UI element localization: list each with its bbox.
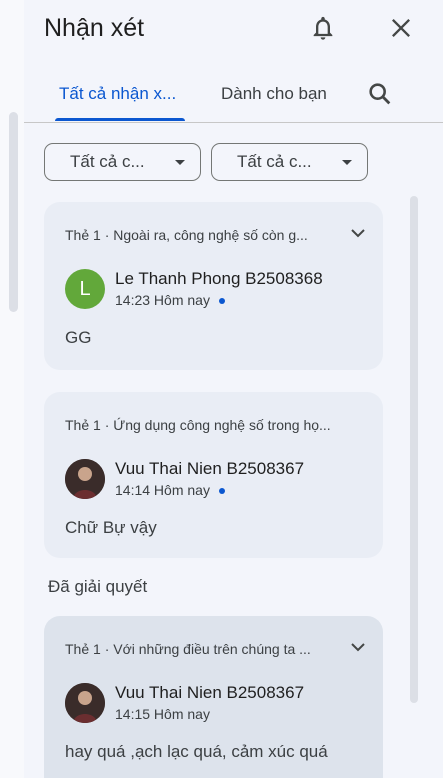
unread-indicator bbox=[218, 488, 225, 495]
comment-text: hay quá ,ạch lạc quá, cảm xúc quá bbox=[65, 742, 328, 761]
filter-dropdown-1-label: Tất cả c... bbox=[70, 152, 145, 171]
close-icon[interactable] bbox=[387, 14, 415, 42]
chevron-down-icon[interactable] bbox=[349, 224, 367, 242]
thread-context: Thẻ 1 · Với những điều trên chúng ta ... bbox=[65, 641, 311, 657]
comment-thread[interactable]: Thẻ 1 · Ngoài ra, công nghệ số còn g... … bbox=[44, 202, 383, 370]
comment-time-row: 14:15 Hôm nay bbox=[115, 705, 210, 723]
avatar bbox=[65, 683, 105, 723]
thread-context: Thẻ 1 · Ngoài ra, công nghệ số còn g... bbox=[65, 227, 308, 243]
comment-author: Le Thanh Phong B2508368 bbox=[115, 269, 323, 288]
tabs-divider bbox=[24, 122, 443, 123]
filter-dropdown-2[interactable]: Tất cả c... bbox=[211, 143, 368, 181]
comment-thread[interactable]: Thẻ 1 · Ứng dụng công nghệ số trong họ..… bbox=[44, 392, 383, 558]
filter-dropdown-1[interactable]: Tất cả c... bbox=[44, 143, 201, 181]
comment-time: 14:14 Hôm nay bbox=[115, 482, 210, 498]
unread-indicator bbox=[218, 298, 225, 305]
comments-scrollbar[interactable] bbox=[410, 196, 418, 703]
avatar bbox=[65, 459, 105, 499]
tab-bar: Tất cả nhận x... Dành cho bạn bbox=[24, 70, 443, 124]
caret-down-icon bbox=[175, 160, 185, 165]
search-icon[interactable] bbox=[366, 80, 394, 108]
bell-icon[interactable] bbox=[309, 14, 337, 42]
comments-panel: Nhận xét Tất cả nhận x... Dành cho bạn T… bbox=[24, 0, 443, 778]
resolved-heading: Đã giải quyết bbox=[48, 577, 148, 596]
comment-text: Chữ Bự vậy bbox=[65, 518, 157, 537]
tab-all-comments[interactable]: Tất cả nhận x... bbox=[59, 82, 176, 106]
thread-context: Thẻ 1 · Ứng dụng công nghệ số trong họ..… bbox=[65, 417, 331, 433]
tab-for-you[interactable]: Dành cho bạn bbox=[221, 82, 327, 106]
comment-author: Vuu Thai Nien B2508367 bbox=[115, 459, 305, 478]
page-scrollbar[interactable] bbox=[9, 112, 18, 312]
filter-dropdown-2-label: Tất cả c... bbox=[237, 152, 312, 171]
comment-text: GG bbox=[65, 328, 92, 347]
active-tab-indicator bbox=[55, 118, 185, 121]
panel-title: Nhận xét bbox=[44, 14, 145, 42]
comment-author: Vuu Thai Nien B2508367 bbox=[115, 683, 305, 702]
avatar: L bbox=[65, 269, 105, 309]
caret-down-icon bbox=[342, 160, 352, 165]
comment-time-row: 14:14 Hôm nay bbox=[115, 481, 225, 499]
comment-time: 14:23 Hôm nay bbox=[115, 292, 210, 308]
comment-time: 14:15 Hôm nay bbox=[115, 706, 210, 722]
resolved-comment-thread[interactable]: Thẻ 1 · Với những điều trên chúng ta ...… bbox=[44, 616, 383, 778]
panel-header: Nhận xét bbox=[44, 12, 424, 46]
chevron-down-icon[interactable] bbox=[349, 638, 367, 656]
comment-time-row: 14:23 Hôm nay bbox=[115, 291, 225, 309]
